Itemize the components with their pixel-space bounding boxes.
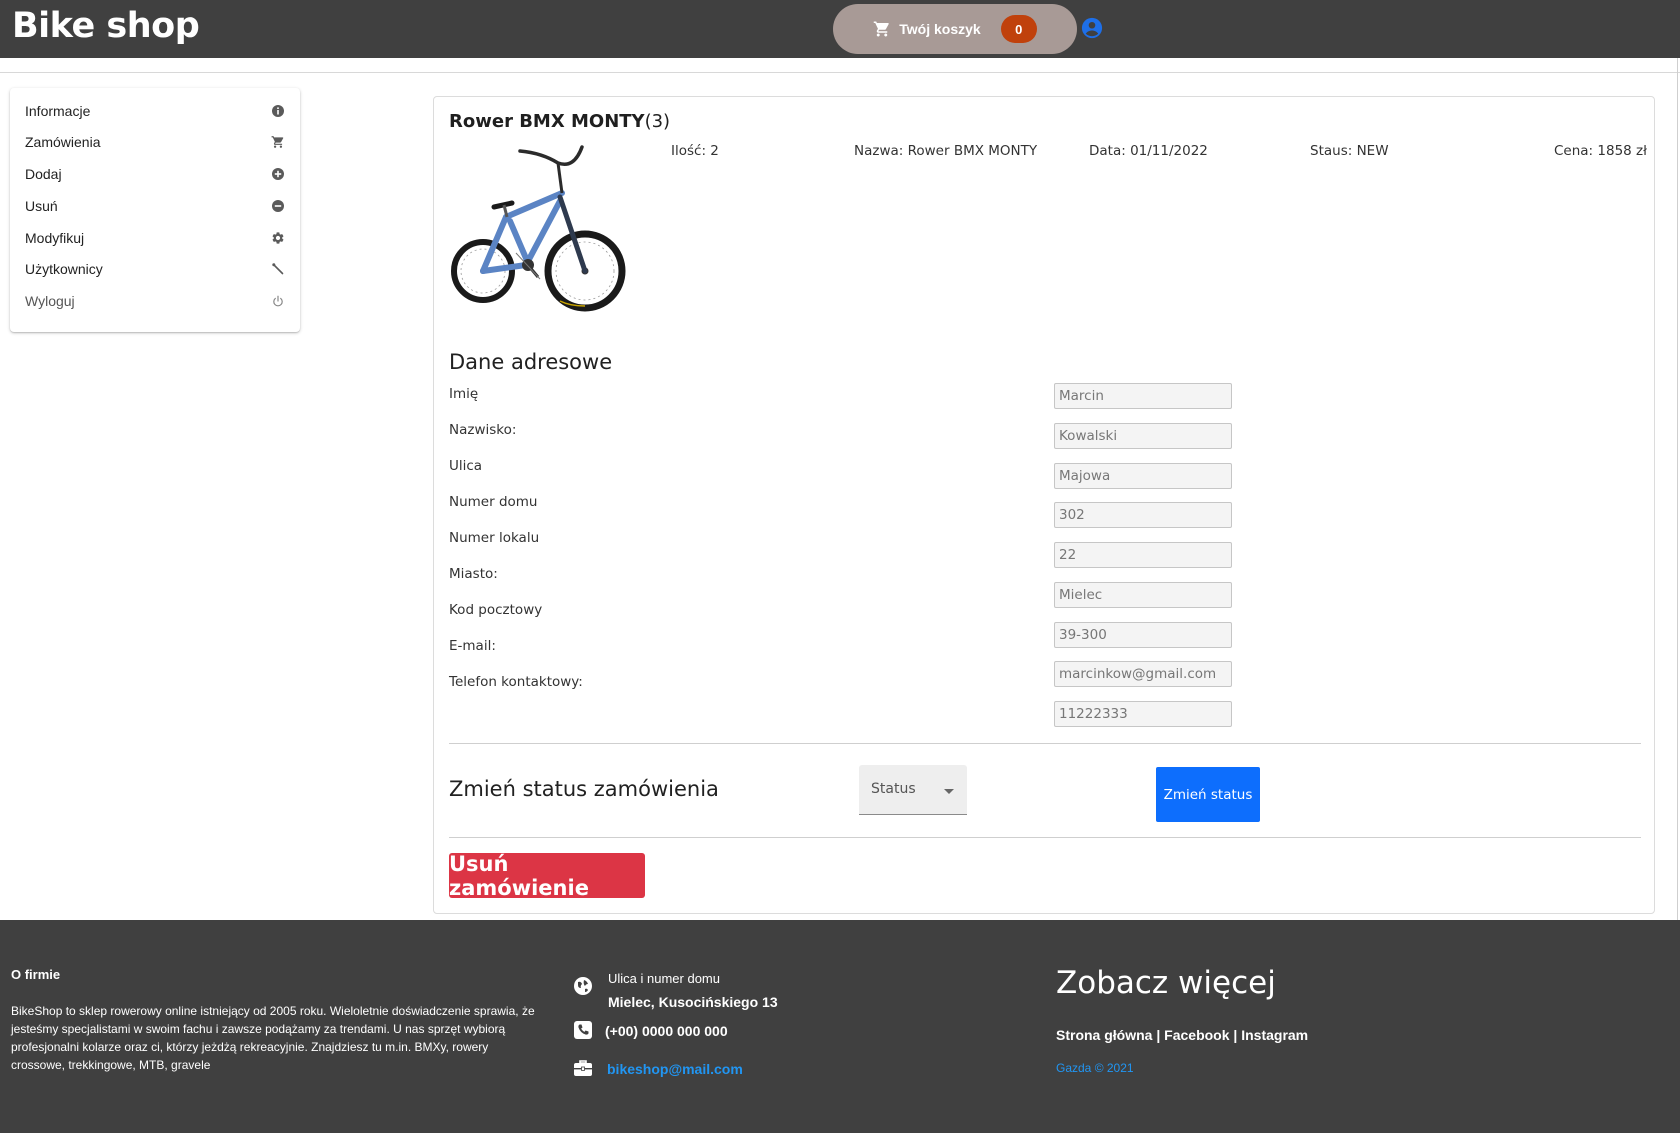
sidebar-item-uzytkownicy[interactable]: Użytkownicy <box>10 253 300 285</box>
street-value: Mielec, Kusocińskiego 13 <box>608 994 778 1010</box>
sidebar-item-label: Informacje <box>25 103 91 119</box>
email-link[interactable]: bikeshop@mail.com <box>607 1061 743 1077</box>
sidebar-item-zamowienia[interactable]: Zamówienia <box>10 126 300 158</box>
account-icon[interactable] <box>1081 17 1103 39</box>
house-number-field[interactable] <box>1054 502 1232 528</box>
sidebar-item-label: Zamówienia <box>25 134 101 150</box>
phone-number: (+00) 0000 000 000 <box>605 1023 728 1039</box>
footer: O firmie BikeShop to sklep rowerowy onli… <box>0 920 1680 1133</box>
footer-links: Strona główna | Facebook | Instagram <box>1056 1027 1308 1043</box>
sidebar-item-dodaj[interactable]: Dodaj <box>10 158 300 190</box>
delete-order-button[interactable]: Usuń zamówienie <box>449 852 645 900</box>
admin-sidebar: Informacje Zamówienia Dodaj Usuń Modyfik… <box>10 88 300 332</box>
cart-label: Twój koszyk <box>899 21 981 37</box>
first-name-field[interactable] <box>1054 383 1232 409</box>
facebook-link[interactable]: Facebook <box>1164 1027 1229 1043</box>
divider <box>449 743 1641 744</box>
label-ulica: Ulica <box>449 458 483 474</box>
sidebar-item-label: Wyloguj <box>25 293 75 309</box>
cart-button[interactable]: Twój koszyk 0 <box>833 4 1077 54</box>
sidebar-item-label: Dodaj <box>25 166 62 182</box>
briefcase-icon <box>574 1060 592 1076</box>
copyright: Gazda © 2021 <box>1056 1061 1134 1075</box>
minus-circle-icon <box>272 200 284 212</box>
postal-code-field[interactable] <box>1054 622 1232 648</box>
order-name: Nazwa: Rower BMX MONTY <box>854 143 1038 159</box>
product-name: Rower BMX MONTY <box>449 111 645 132</box>
chevron-down-icon <box>944 789 954 794</box>
about-text: BikeShop to sklep rowerowy online istnie… <box>11 1004 535 1072</box>
sidebar-item-wyloguj[interactable]: Wyloguj <box>10 285 300 317</box>
instagram-link[interactable]: Instagram <box>1241 1027 1308 1043</box>
globe-icon <box>574 977 592 995</box>
label-kod-pocztowy: Kod pocztowy <box>449 602 543 618</box>
power-icon <box>273 295 283 307</box>
label-miasto: Miasto: <box>449 566 498 582</box>
header-divider <box>0 72 1680 73</box>
street-label: Ulica i numer domu <box>608 971 720 986</box>
plus-circle-icon <box>272 168 284 180</box>
info-icon <box>272 105 284 117</box>
apartment-number-field[interactable] <box>1054 542 1232 568</box>
see-more-heading: Zobacz więcej <box>1056 965 1276 1001</box>
street-field[interactable] <box>1054 463 1232 489</box>
cart-icon <box>874 21 890 37</box>
label-telefon: Telefon kontaktowy: <box>449 674 583 690</box>
status-select[interactable]: Status <box>859 765 967 815</box>
email-field[interactable] <box>1054 661 1232 687</box>
order-card: Rower BMX MONTY(3) Ilość: 2 Nazwa: Rower… <box>433 96 1655 914</box>
city-field[interactable] <box>1054 582 1232 608</box>
status-change-heading: Zmień status zamówienia <box>449 777 719 801</box>
last-name-field[interactable] <box>1054 423 1232 449</box>
bike-image <box>451 145 626 312</box>
phone-field[interactable] <box>1054 701 1232 727</box>
address-heading: Dane adresowe <box>449 350 613 374</box>
cart-count-badge: 0 <box>1000 15 1037 43</box>
link-separator: | <box>1152 1027 1165 1043</box>
brand-logo[interactable]: Bike shop <box>12 6 200 46</box>
product-count: (3) <box>644 111 671 132</box>
order-date: Data: 01/11/2022 <box>1089 143 1208 159</box>
top-navbar: Bike shop Twój koszyk 0 <box>0 0 1680 58</box>
change-status-button[interactable]: Zmień status <box>1156 767 1260 822</box>
phone-icon <box>574 1021 592 1039</box>
sidebar-item-label: Usuń <box>25 198 58 214</box>
sidebar-item-informacje[interactable]: Informacje <box>10 95 300 127</box>
sidebar-item-usun[interactable]: Usuń <box>10 190 300 222</box>
scrollbar-edge <box>1677 58 1678 920</box>
sidebar-item-modyfikuj[interactable]: Modyfikuj <box>10 222 300 254</box>
cart-icon <box>271 136 284 148</box>
home-link[interactable]: Strona główna <box>1056 1027 1152 1043</box>
wrench-icon <box>272 263 284 275</box>
label-nazwisko: Nazwisko: <box>449 422 517 438</box>
status-select-value: Status <box>871 781 916 797</box>
order-price: Cena: 1858 zł <box>1554 143 1647 159</box>
order-status: Staus: NEW <box>1310 143 1389 159</box>
about-heading: O firmie <box>11 967 61 982</box>
label-imie: Imię <box>449 386 479 402</box>
order-quantity: Ilość: 2 <box>671 143 719 159</box>
label-numer-lokalu: Numer lokalu <box>449 530 540 546</box>
label-email: E-mail: <box>449 638 496 654</box>
sidebar-item-label: Modyfikuj <box>25 230 85 246</box>
sidebar-item-label: Użytkownicy <box>25 261 103 277</box>
label-numer-domu: Numer domu <box>449 494 538 510</box>
divider <box>449 837 1641 838</box>
gear-icon <box>272 232 284 244</box>
product-title: Rower BMX MONTY(3) <box>449 111 670 132</box>
link-separator: | <box>1229 1027 1242 1043</box>
